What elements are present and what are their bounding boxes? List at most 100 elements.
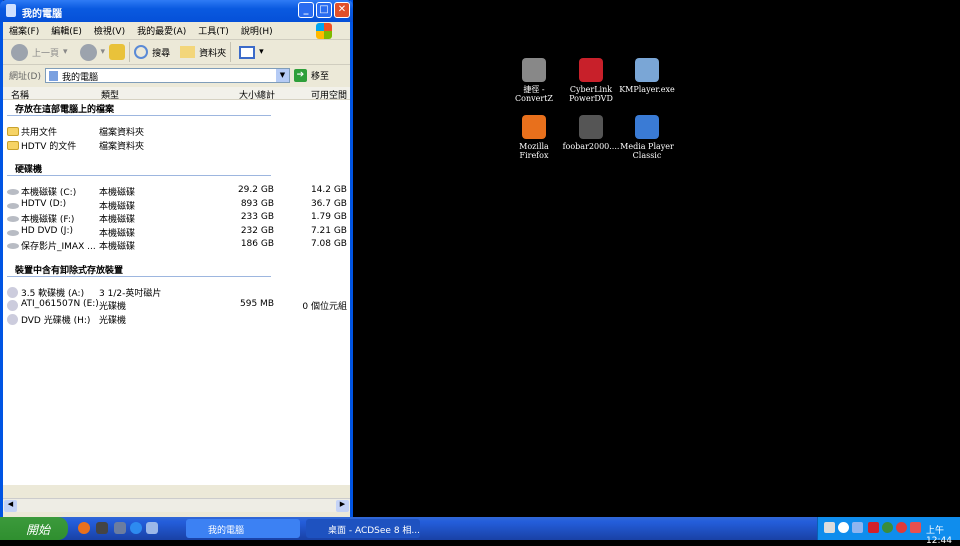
menu-favorites[interactable]: 我的最愛(A) — [137, 24, 186, 37]
desktop-icon[interactable]: Mozilla Firefox — [504, 115, 564, 160]
expand-tray-icon[interactable] — [838, 522, 849, 533]
list-item[interactable]: ATI_061507N (E:) 光碟機 595 MB 0 個位元組 — [7, 299, 347, 312]
start-label: 開始 — [26, 523, 51, 537]
desktop-icon[interactable]: foobar2000.... — [561, 115, 621, 151]
system-tray: 上午 12:44 — [817, 517, 960, 546]
desktop-icon[interactable]: CyberLink PowerDVD — [561, 58, 621, 103]
title-bar[interactable]: 我的電腦 _ □ ✕ — [0, 0, 353, 22]
column-name[interactable]: 名稱 — [11, 88, 29, 101]
folders-icon — [180, 46, 196, 58]
security-icon[interactable] — [896, 522, 907, 533]
back-button[interactable]: 上一頁 — [32, 46, 59, 59]
list-item[interactable]: DVD 光碟機 (H:) 光碟機 — [7, 313, 347, 326]
cd-drive-icon — [7, 313, 18, 325]
go-arrow-icon[interactable]: ➔ — [293, 68, 307, 82]
shortcut-icon — [522, 58, 546, 82]
desktop-icon-label: Media Player Classic — [620, 142, 674, 160]
item-type: 檔案資料夾 — [99, 128, 145, 138]
item-type: 檔案資料夾 — [99, 141, 145, 152]
item-name: HDTV 的文件 — [21, 141, 77, 152]
list-item[interactable]: HD DVD (J:) 本機磁碟 232 GB 7.21 GB — [7, 226, 347, 239]
desktop-icon-label: foobar2000.... — [562, 142, 620, 151]
desktop-icon[interactable]: Media Player Classic — [617, 115, 677, 160]
file-list: 名稱 類型 大小總計 可用空間 存放在這部電腦上的檔案 共用文件 檔案資料夾 H… — [3, 87, 350, 485]
column-headers: 名稱 類型 大小總計 可用空間 — [3, 87, 350, 101]
list-item[interactable]: 本機磁碟 (F:) 本機磁碟 233 GB 1.79 GB — [7, 212, 347, 225]
minimize-button[interactable]: _ — [298, 2, 314, 18]
taskbar: 開始 我的電腦 桌面 - ACDSee 8 相... 上午 12:44 — [0, 517, 960, 546]
folder-icon — [7, 140, 19, 150]
clock[interactable]: 上午 12:44 — [926, 523, 960, 546]
shortcut-icon — [635, 58, 659, 82]
list-item[interactable]: HDTV 的文件 檔案資料夾 — [7, 139, 347, 152]
desktop-icon[interactable]: KMPlayer.exe — [617, 58, 677, 94]
menu-tools[interactable]: 工具(T) — [198, 24, 229, 37]
address-label: 網址(D) — [9, 71, 41, 82]
list-item[interactable]: 本機磁碟 (C:) 本機磁碟 29.2 GB 14.2 GB — [7, 185, 347, 198]
taskbar-item-my-computer[interactable]: 我的電腦 — [186, 519, 300, 538]
group-header: 硬碟機 — [15, 165, 43, 175]
menu-help[interactable]: 說明(H) — [241, 24, 273, 37]
app-quicklaunch-icon[interactable] — [146, 522, 158, 534]
menu-file[interactable]: 檔案(F) — [9, 24, 39, 37]
hard-drive-icon — [7, 229, 19, 236]
item-name: 共用文件 — [21, 128, 58, 138]
go-button[interactable]: 移至 — [311, 69, 329, 82]
column-free-space[interactable]: 可用空間 — [311, 88, 347, 101]
group-divider — [7, 275, 271, 277]
network-icon[interactable] — [852, 522, 863, 533]
group-divider — [7, 175, 271, 176]
shortcut-icon — [579, 115, 603, 139]
group-divider — [7, 115, 271, 116]
menu-bar: 檔案(F) 編輯(E) 檢視(V) 我的最愛(A) 工具(T) 說明(H) — [3, 22, 350, 40]
item-total-size: 893 GB — [240, 198, 274, 209]
show-desktop-icon[interactable] — [114, 522, 126, 534]
close-button[interactable]: ✕ — [334, 2, 350, 18]
taskbar-item-acdsee[interactable]: 桌面 - ACDSee 8 相... — [306, 519, 420, 538]
address-input[interactable]: 我的電腦 ▼ — [44, 67, 290, 83]
desktop-icon[interactable]: 捷徑 - ConvertZ — [504, 58, 564, 103]
media-quicklaunch-icon[interactable] — [96, 522, 108, 534]
item-free-space: 0 個位元組 — [302, 302, 347, 312]
address-dropdown-button[interactable]: ▼ — [275, 68, 289, 82]
ati-icon[interactable] — [868, 522, 879, 533]
computer-icon — [48, 70, 58, 81]
cd-drive-icon — [7, 300, 18, 311]
list-item[interactable]: 共用文件 檔案資料夾 — [7, 125, 347, 138]
item-type: 本機磁碟 — [99, 188, 136, 198]
internet-explorer-icon[interactable] — [130, 522, 142, 534]
views-button[interactable] — [239, 45, 256, 59]
search-icon — [134, 45, 149, 59]
search-button[interactable]: 搜尋 — [152, 46, 170, 59]
maximize-button[interactable]: □ — [316, 2, 332, 18]
folder-icon — [7, 127, 19, 136]
item-name: HD DVD (J:) — [21, 225, 73, 236]
hard-drive-icon — [7, 216, 19, 222]
back-arrow-icon[interactable] — [11, 43, 28, 61]
tray-app-icon[interactable] — [882, 522, 893, 533]
forward-button[interactable] — [79, 43, 97, 61]
item-type: 本機磁碟 — [99, 201, 136, 212]
item-type: 光碟機 — [99, 315, 127, 326]
item-type: 3 1/2-英吋磁片 — [99, 288, 162, 299]
column-type[interactable]: 類型 — [101, 88, 119, 101]
firefox-quicklaunch-icon[interactable] — [78, 522, 90, 534]
folders-button[interactable]: 資料夾 — [199, 46, 226, 59]
start-button[interactable]: 開始 — [0, 517, 68, 540]
column-total-size[interactable]: 大小總計 — [239, 88, 275, 101]
list-item[interactable]: HDTV (D:) 本機磁碟 893 GB 36.7 GB — [7, 199, 347, 212]
keyboard-icon[interactable] — [824, 522, 835, 533]
item-name: HDTV (D:) — [21, 198, 67, 209]
menu-edit[interactable]: 編輯(E) — [51, 24, 82, 37]
list-item[interactable]: 保存影片_IMAX ... 本機磁碟 186 GB 7.08 GB — [7, 239, 347, 252]
item-name: ATI_061507N (E:) — [21, 299, 99, 309]
item-type: 本機磁碟 — [99, 242, 136, 252]
item-total-size: 233 GB — [240, 212, 274, 222]
item-free-space: 7.21 GB — [310, 225, 347, 236]
desktop-icon-label: Mozilla Firefox — [519, 142, 549, 160]
horizontal-scrollbar[interactable]: ◀ ▶ — [3, 498, 350, 512]
up-folder-button[interactable] — [109, 44, 126, 60]
list-item[interactable]: 3.5 軟碟機 (A:) 3 1/2-英吋磁片 — [7, 286, 347, 299]
menu-view[interactable]: 檢視(V) — [94, 24, 125, 37]
tray-app2-icon[interactable] — [910, 522, 921, 533]
